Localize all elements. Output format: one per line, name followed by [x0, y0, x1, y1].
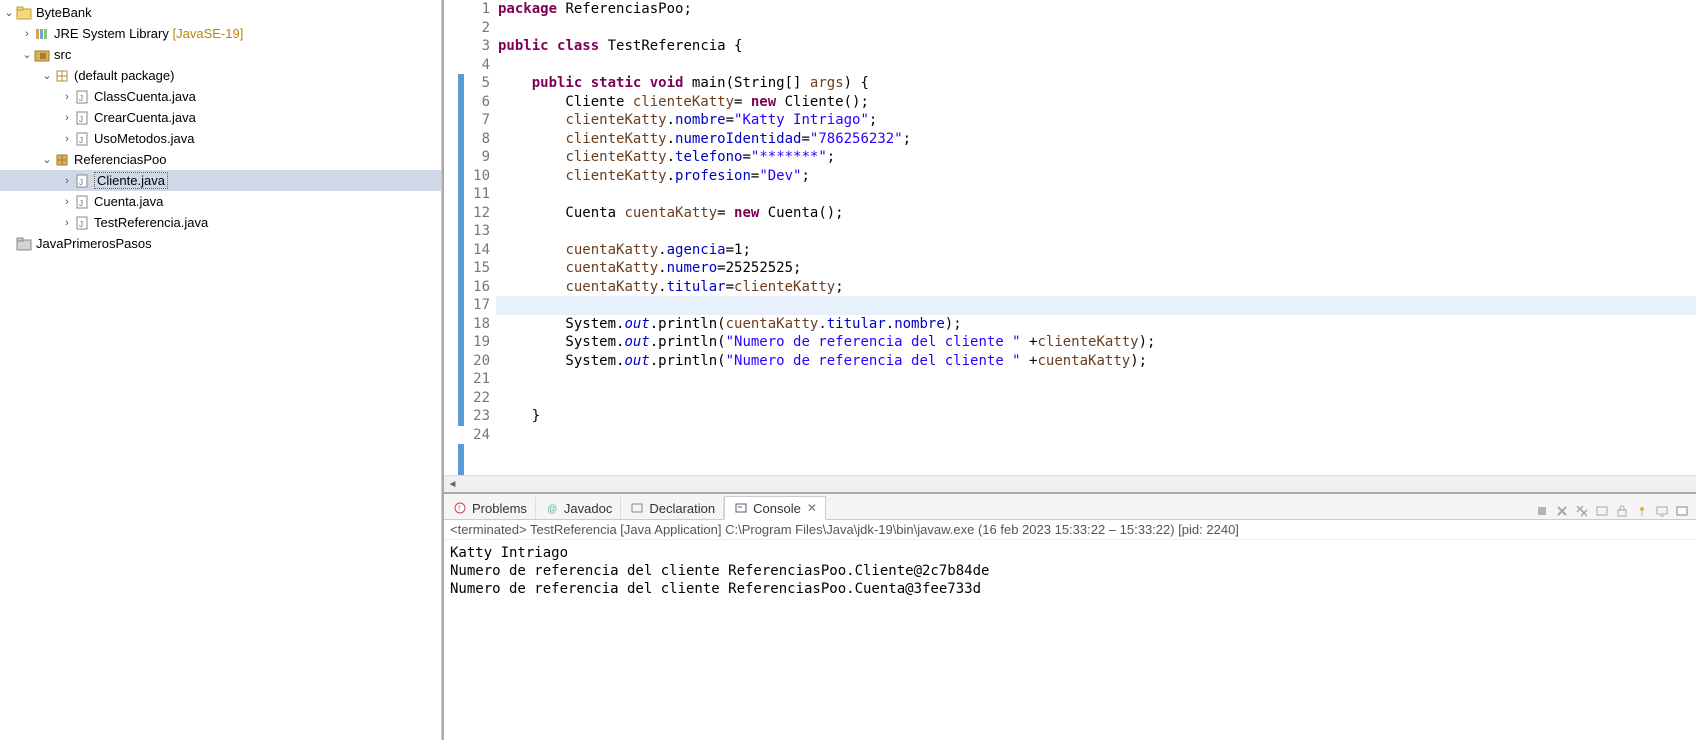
- marker-bar: [444, 0, 458, 475]
- tree-label: JavaPrimerosPasos: [36, 236, 152, 251]
- tree-label: ReferenciasPoo: [74, 152, 167, 167]
- tab-declaration[interactable]: Declaration: [621, 497, 724, 519]
- package-icon: [54, 68, 70, 84]
- tab-label: Console: [753, 501, 801, 516]
- code-area[interactable]: package ReferenciasPoo;public class Test…: [496, 0, 1696, 475]
- tab-label: Declaration: [649, 501, 715, 516]
- tree-label: src: [54, 47, 71, 62]
- chevron-down-icon[interactable]: ⌄: [40, 69, 54, 82]
- svg-text:@: @: [547, 504, 557, 515]
- chevron-right-icon[interactable]: ›: [60, 112, 74, 124]
- chevron-down-icon[interactable]: ⌄: [20, 48, 34, 61]
- horizontal-scrollbar[interactable]: ◄: [444, 475, 1696, 492]
- package-explorer[interactable]: ⌄ ByteBank › JRE System Library [JavaSE-…: [0, 0, 442, 740]
- chevron-down-icon[interactable]: ⌄: [2, 6, 16, 19]
- tab-console[interactable]: Console ✕: [724, 496, 826, 520]
- tree-pkg-ref[interactable]: ⌄ ReferenciasPoo: [0, 149, 441, 170]
- tree-label: UsoMetodos.java: [94, 131, 194, 146]
- tab-javadoc[interactable]: @ Javadoc: [536, 497, 621, 519]
- remove-icon[interactable]: [1554, 503, 1570, 519]
- line-number-gutter: 123456789101112131415161718192021222324: [464, 0, 496, 475]
- tree-file-selected[interactable]: › J Cliente.java: [0, 170, 441, 191]
- tree-label: CrearCuenta.java: [94, 110, 196, 125]
- open-console-icon[interactable]: [1674, 503, 1690, 519]
- tab-label: Problems: [472, 501, 527, 516]
- console-output[interactable]: Katty Intriago Numero de referencia del …: [444, 540, 1696, 740]
- console-icon: [733, 500, 749, 516]
- chevron-right-icon[interactable]: ›: [20, 28, 34, 40]
- chevron-right-icon[interactable]: ›: [60, 196, 74, 208]
- bottom-tab-bar: ! Problems @ Javadoc Declaration Console…: [444, 494, 1696, 520]
- scroll-lock-icon[interactable]: [1614, 503, 1630, 519]
- tree-label: Cuenta.java: [94, 194, 163, 209]
- tree-label: ByteBank: [36, 5, 92, 20]
- code-editor[interactable]: 123456789101112131415161718192021222324 …: [444, 0, 1696, 475]
- remove-all-icon[interactable]: [1574, 503, 1590, 519]
- tab-problems[interactable]: ! Problems: [444, 497, 536, 519]
- chevron-right-icon[interactable]: ›: [60, 175, 74, 187]
- package-icon: [54, 152, 70, 168]
- library-icon: [34, 26, 50, 42]
- svg-text:J: J: [79, 220, 83, 229]
- console-toolbar: [1534, 503, 1696, 519]
- svg-text:J: J: [79, 178, 83, 187]
- chevron-right-icon[interactable]: ›: [60, 133, 74, 145]
- tree-file[interactable]: › J UsoMetodos.java: [0, 128, 441, 149]
- tree-file[interactable]: › J Cuenta.java: [0, 191, 441, 212]
- svg-text:J: J: [79, 115, 83, 124]
- javadoc-icon: @: [544, 500, 560, 516]
- chevron-right-icon[interactable]: ›: [60, 91, 74, 103]
- java-file-icon: J: [74, 110, 90, 126]
- tree-label: Cliente.java: [94, 172, 168, 189]
- svg-text:J: J: [79, 136, 83, 145]
- tree-label: JRE System Library [JavaSE-19]: [54, 26, 243, 41]
- terminate-icon[interactable]: [1534, 503, 1550, 519]
- tab-label: Javadoc: [564, 501, 612, 516]
- java-file-icon: J: [74, 173, 90, 189]
- tree-label: (default package): [74, 68, 174, 83]
- tree-file[interactable]: › J CrearCuenta.java: [0, 107, 441, 128]
- tree-file[interactable]: › J TestReferencia.java: [0, 212, 441, 233]
- tree-file[interactable]: › J ClassCuenta.java: [0, 86, 441, 107]
- svg-text:J: J: [79, 199, 83, 208]
- scroll-left-icon[interactable]: ◄: [444, 479, 461, 490]
- project-folder-icon: [16, 5, 32, 21]
- chevron-right-icon[interactable]: ›: [60, 217, 74, 229]
- svg-text:J: J: [79, 94, 83, 103]
- java-file-icon: J: [74, 215, 90, 231]
- java-file-icon: J: [74, 89, 90, 105]
- tree-label: TestReferencia.java: [94, 215, 208, 230]
- chevron-down-icon[interactable]: ⌄: [40, 153, 54, 166]
- clear-console-icon[interactable]: [1594, 503, 1610, 519]
- tree-project[interactable]: ⌄ ByteBank: [0, 2, 441, 23]
- closed-folder-icon: [16, 236, 32, 252]
- problems-icon: !: [452, 500, 468, 516]
- console-header: <terminated> TestReferencia [Java Applic…: [444, 520, 1696, 540]
- tree-default-pkg[interactable]: ⌄ (default package): [0, 65, 441, 86]
- tree-src[interactable]: ⌄ src: [0, 44, 441, 65]
- pin-console-icon[interactable]: [1634, 503, 1650, 519]
- java-file-icon: J: [74, 194, 90, 210]
- close-icon[interactable]: ✕: [807, 501, 817, 515]
- display-icon[interactable]: [1654, 503, 1670, 519]
- tree-jre[interactable]: › JRE System Library [JavaSE-19]: [0, 23, 441, 44]
- declaration-icon: [629, 500, 645, 516]
- java-file-icon: J: [74, 131, 90, 147]
- tree-label: ClassCuenta.java: [94, 89, 196, 104]
- tree-other-project[interactable]: › JavaPrimerosPasos: [0, 233, 441, 254]
- svg-text:!: !: [458, 504, 460, 513]
- src-folder-icon: [34, 47, 50, 63]
